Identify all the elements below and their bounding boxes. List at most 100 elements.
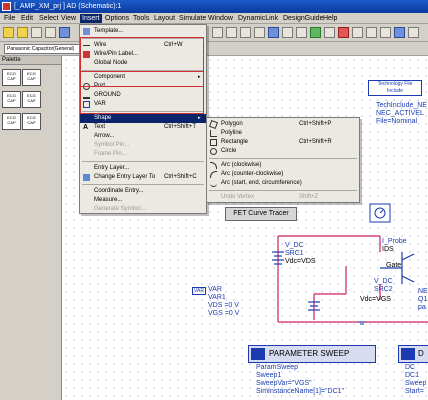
src2-label: Vdc=VGS	[360, 296, 391, 303]
open-folder-icon[interactable]	[17, 27, 28, 38]
menu-item-generate-symbol: Generate Symbol...	[94, 206, 146, 212]
main-toolbar	[0, 24, 428, 42]
palette-item[interactable]: ECG CAP	[22, 69, 41, 86]
src1-label: V_DC	[285, 242, 304, 249]
arc-icon	[210, 162, 217, 169]
gate-label: Gate	[386, 262, 402, 269]
menu-options[interactable]: Options	[103, 14, 131, 23]
dc-title: D	[418, 349, 424, 358]
pop-out-icon[interactable]	[380, 27, 391, 38]
src2-label: SRC2	[374, 286, 393, 293]
menu-window[interactable]: Window	[206, 14, 235, 23]
component-toolbar: Panasonic Capacitor(General)	[0, 42, 428, 56]
dc-box[interactable]: D	[398, 345, 428, 363]
zoom-out-icon[interactable]	[226, 27, 237, 38]
polyline-icon	[210, 130, 217, 137]
menu-item-polyline[interactable]: Polyline	[207, 129, 359, 138]
menu-item-shape[interactable]: Shape ▸	[80, 114, 206, 123]
component-palette: Palette ECG CAP ECG CAP ECG CAP ECG CAP …	[0, 56, 62, 400]
tuning-icon[interactable]	[352, 27, 363, 38]
menu-select[interactable]: Select	[37, 14, 60, 23]
iprobe-label: I_Probe	[382, 238, 407, 245]
save-icon[interactable]	[31, 27, 42, 38]
menu-separator	[209, 190, 357, 191]
wire-icon[interactable]	[296, 27, 307, 38]
port-icon[interactable]	[324, 27, 335, 38]
menu-item-arc-counter-clockwise[interactable]: Arc (counter-clockwise)	[207, 170, 359, 179]
menu-item-symbol-pin: Symbol Pin...	[94, 142, 130, 148]
polygon-icon	[209, 120, 218, 129]
window-title: [_AMP_XM_prj ] AD (Schematic):1	[14, 3, 122, 10]
menu-item-template[interactable]: Template...	[80, 27, 206, 36]
src2-label: V_DC	[374, 278, 393, 285]
menu-item-change-entry-layer[interactable]: Change Entry Layer To Ctrl+Shift+C	[80, 173, 206, 182]
arc-icon	[210, 171, 217, 178]
zoom-area-icon[interactable]	[240, 27, 251, 38]
q1-label: NE	[418, 288, 428, 295]
menu-layout[interactable]: Layout	[152, 14, 177, 23]
window-titlebar: [_AMP_XM_prj ] AD (Schematic):1	[0, 0, 428, 13]
push-into-icon[interactable]	[366, 27, 377, 38]
submenu-arrow-icon: ▸	[198, 115, 201, 121]
param-sweep-label: ParamSweep	[256, 364, 299, 371]
palette-item[interactable]: ECG CAP	[2, 91, 21, 108]
menu-designguide[interactable]: DesignGuide	[281, 14, 325, 23]
sweep-icon	[251, 348, 265, 360]
menu-insert[interactable]: Insert	[80, 14, 102, 23]
text-icon: A	[83, 124, 89, 131]
print-icon[interactable]	[45, 27, 56, 38]
param-sweep-label: SweepVar="VGS"	[256, 380, 312, 387]
param-sweep-label: Sweep1	[256, 372, 282, 379]
var-label: VAR	[208, 286, 222, 293]
menu-item-entry-layer[interactable]: Entry Layer...	[80, 164, 206, 173]
palette-item[interactable]: ECG CAP	[22, 113, 41, 130]
var-label: VGS =0 V	[208, 310, 240, 317]
menu-dynamiclink[interactable]: DynamicLink	[236, 14, 280, 23]
menu-file[interactable]: File	[2, 14, 17, 23]
menu-item-polygon[interactable]: Polygon Ctrl+Shift+P	[207, 120, 359, 129]
circle-icon	[210, 148, 217, 155]
symbol-icon[interactable]	[408, 27, 419, 38]
simulate-icon[interactable]	[338, 27, 349, 38]
param-sweep-box[interactable]: PARAMETER SWEEP	[248, 345, 376, 363]
dc-label: Sweep	[405, 380, 427, 387]
var-label: VDS =0 V	[208, 302, 239, 309]
menu-item-circle[interactable]: Circle	[207, 147, 359, 156]
palette-item[interactable]: ECG CAP	[2, 69, 21, 86]
var-icon[interactable]: VAR	[192, 287, 206, 295]
shape-submenu: Polygon Ctrl+Shift+P Polyline Rectangle Ct…	[206, 117, 360, 203]
menu-item-arc-clockwise[interactable]: Arc (clockwise)	[207, 161, 359, 170]
menu-help[interactable]: Help	[321, 14, 339, 23]
menu-item-arc-start-end[interactable]: Arc (start, end, circumference)	[207, 179, 359, 188]
palette-item[interactable]: ECG CAP	[2, 113, 21, 130]
layout-icon[interactable]	[394, 27, 405, 38]
template-icon	[83, 28, 90, 35]
rectangle-icon	[210, 139, 217, 146]
new-folder-icon[interactable]	[3, 27, 14, 38]
src1-label: SRC1	[285, 250, 304, 257]
menu-edit[interactable]: Edit	[19, 14, 35, 23]
highlight-box	[80, 71, 204, 114]
menu-item-arrow[interactable]: Arrow...	[80, 132, 206, 141]
zoom-fit-icon[interactable]	[254, 27, 265, 38]
iprobe-label: IDS	[382, 246, 394, 253]
menu-simulate[interactable]: Simulate	[177, 14, 208, 23]
pan-icon[interactable]	[268, 27, 279, 38]
menu-item-coordinate-entry[interactable]: Coordinate Entry...	[80, 187, 206, 196]
ground-icon[interactable]	[310, 27, 321, 38]
component-library-select[interactable]: Panasonic Capacitor(General)	[4, 44, 82, 54]
param-sweep-label: SimInstanceName[1]="DC1"	[256, 388, 345, 395]
menu-item-text[interactable]: A Text Ctrl+Shift+T	[80, 123, 206, 132]
menu-item-rectangle[interactable]: Rectangle Ctrl+Shift+R	[207, 138, 359, 147]
menu-item-measure[interactable]: Measure...	[80, 196, 206, 205]
dc-label: Start=	[405, 388, 424, 395]
menu-tools[interactable]: Tools	[131, 14, 151, 23]
zoom-in-icon[interactable]	[212, 27, 223, 38]
menu-view[interactable]: View	[59, 14, 78, 23]
layer-icon	[83, 174, 90, 181]
component-icon[interactable]	[282, 27, 293, 38]
menu-item-undo-vertex: Undo Vertex Shift+Z	[221, 194, 319, 200]
undo-icon[interactable]	[59, 27, 70, 38]
menu-separator	[82, 184, 204, 185]
palette-item[interactable]: ECG CAP	[22, 91, 41, 108]
